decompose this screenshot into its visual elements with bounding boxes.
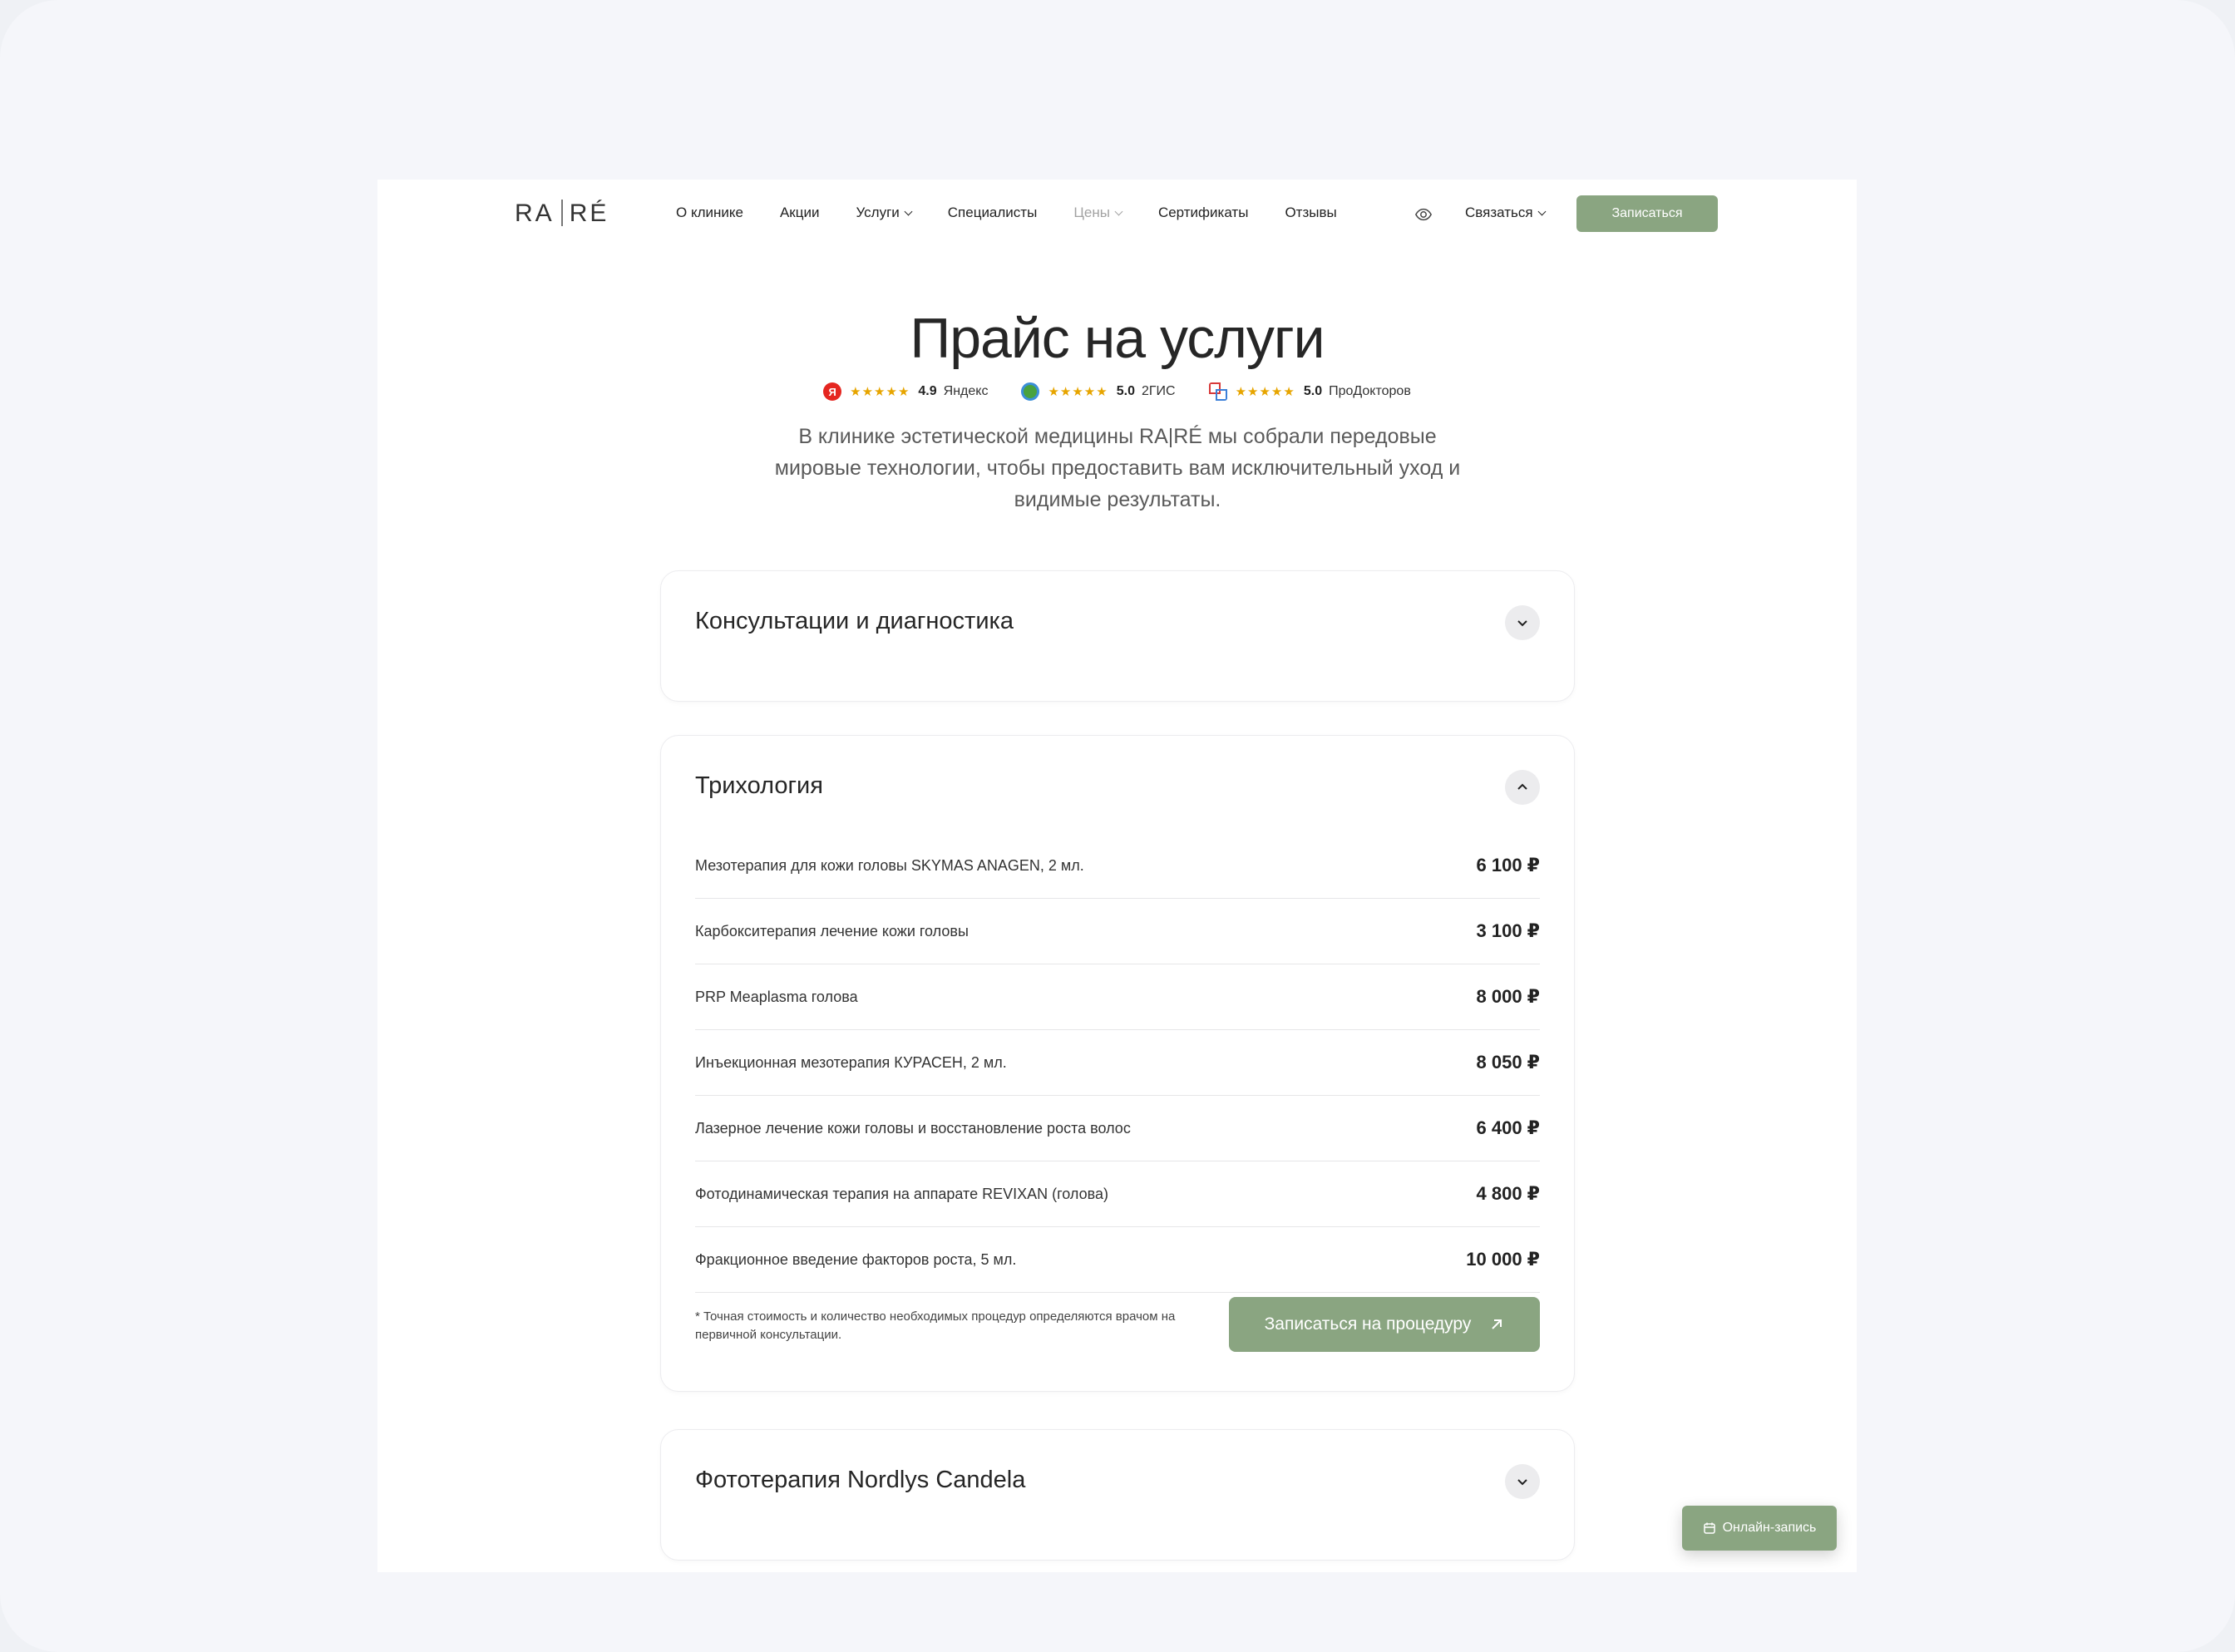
button-label: Записаться на процедуру: [1264, 1314, 1472, 1334]
service-name: Лазерное лечение кожи головы и восстанов…: [695, 1119, 1131, 1137]
nav-item-about[interactable]: О клинике: [676, 205, 743, 221]
price-row: Мезотерапия для кожи головы SKYMAS ANAGE…: [695, 833, 1540, 899]
service-price: 8 050 ₽: [1476, 1052, 1540, 1073]
yandex-icon: Я: [823, 382, 842, 401]
price-list: Мезотерапия для кожи головы SKYMAS ANAGE…: [695, 833, 1540, 1293]
price-section-phototherapy[interactable]: Фототерапия Nordlys Candela: [660, 1429, 1575, 1561]
nav-item-reviews[interactable]: Отзывы: [1285, 205, 1336, 221]
service-name: PRP Meaplasma голова: [695, 988, 858, 1005]
nav-label: О клинике: [676, 205, 743, 220]
arrow-up-right-icon: [1492, 1319, 1502, 1329]
section-title: Консультации и диагностика: [695, 608, 1014, 634]
nav-item-specialists[interactable]: Специалисты: [948, 205, 1038, 221]
rating-score: 4.9: [918, 384, 937, 398]
stars-icon: ★★★★★: [1235, 385, 1295, 399]
contact-dropdown[interactable]: Связаться: [1465, 205, 1546, 221]
logo-right: RÉ: [569, 200, 609, 227]
accessibility-eye-icon[interactable]: [1414, 205, 1433, 224]
service-price: 3 100 ₽: [1476, 920, 1540, 941]
expand-toggle[interactable]: [1505, 1464, 1540, 1499]
nav-item-services[interactable]: Услуги: [856, 205, 913, 221]
price-row: Инъекционная мезотерапия КУРАСЕН, 2 мл. …: [695, 1030, 1540, 1096]
chevron-down-icon: [904, 207, 913, 215]
contact-label: Связаться: [1465, 205, 1533, 220]
page-title: Прайс на услуги: [910, 307, 1325, 370]
price-row: Фракционное введение факторов роста, 5 м…: [695, 1227, 1540, 1293]
service-name: Фотодинамическая терапия на аппарате REV…: [695, 1185, 1108, 1202]
prodoctorov-icon: [1208, 382, 1227, 401]
2gis-icon: [1021, 382, 1040, 401]
main-nav: О клинике Акции Услуги Специалисты Цены …: [676, 205, 1374, 221]
service-price: 6 400 ₽: [1476, 1117, 1540, 1138]
book-procedure-button[interactable]: Записаться на процедуру: [1229, 1297, 1540, 1352]
header: RA RÉ О клинике Акции Услуги Специалисты …: [377, 180, 1857, 248]
nav-label: Отзывы: [1285, 205, 1337, 220]
calendar-icon: [1703, 1522, 1715, 1534]
chevron-down-icon: [1517, 620, 1527, 627]
nav-label: Специалисты: [947, 205, 1038, 220]
service-name: Инъекционная мезотерапия КУРАСЕН, 2 мл.: [695, 1053, 1007, 1071]
rating-prodoctorov[interactable]: ★★★★★ 5.0 ПроДокторов: [1208, 382, 1411, 401]
chevron-down-icon: [1114, 207, 1123, 215]
intro-text: В клинике эстетической медицины RA|RÉ мы…: [774, 425, 1461, 511]
rating-source: 2ГИС: [1141, 384, 1176, 398]
chevron-down-icon: [1517, 1479, 1527, 1486]
collapse-toggle[interactable]: [1505, 770, 1540, 805]
price-note: * Точная стоимость и количество необходи…: [695, 1309, 1176, 1342]
chevron-down-icon: [1537, 207, 1546, 215]
price-section-consultations[interactable]: Консультации и диагностика: [660, 570, 1575, 702]
rating-2gis[interactable]: ★★★★★ 5.0 2ГИС: [1021, 382, 1176, 401]
book-button[interactable]: Записаться: [1576, 195, 1718, 232]
nav-label: Услуги: [856, 205, 900, 220]
ratings-row: Я ★★★★★ 4.9 Яндекс ★★★★★ 5.0 2ГИС ★★★★★ …: [377, 382, 1857, 401]
nav-item-certificates[interactable]: Сертификаты: [1158, 205, 1248, 221]
service-price: 8 000 ₽: [1476, 986, 1540, 1007]
nav-label: Цены: [1073, 205, 1110, 220]
service-price: 6 100 ₽: [1476, 855, 1540, 875]
logo-divider: [560, 200, 563, 226]
service-price: 4 800 ₽: [1476, 1183, 1540, 1204]
service-name: Мезотерапия для кожи головы SKYMAS ANAGE…: [695, 856, 1084, 874]
price-section-trichology: Трихология Мезотерапия для кожи головы S…: [660, 735, 1575, 1392]
logo[interactable]: RA RÉ: [515, 200, 609, 228]
nav-label: Сертификаты: [1157, 205, 1249, 220]
nav-label: Акции: [779, 205, 820, 220]
rating-score: 5.0: [1116, 384, 1135, 398]
rating-score: 5.0: [1303, 384, 1323, 398]
service-price: 10 000 ₽: [1466, 1249, 1540, 1270]
browser-frame: RA RÉ О клинике Акции Услуги Специалисты …: [0, 0, 2235, 1652]
section-title: Трихология: [695, 772, 823, 799]
online-booking-button[interactable]: Онлайн-запись: [1682, 1506, 1837, 1551]
chevron-up-icon: [1517, 783, 1527, 790]
service-name: Фракционное введение факторов роста, 5 м…: [695, 1250, 1017, 1268]
expand-toggle[interactable]: [1505, 605, 1540, 640]
section-title: Фототерапия Nordlys Candela: [695, 1467, 1026, 1493]
nav-item-prices[interactable]: Цены: [1073, 205, 1123, 221]
price-row: PRP Meaplasma голова 8 000 ₽: [695, 964, 1540, 1030]
rating-source: Яндекс: [943, 384, 989, 398]
stars-icon: ★★★★★: [1048, 385, 1108, 399]
price-row: Лазерное лечение кожи головы и восстанов…: [695, 1096, 1540, 1161]
rating-yandex[interactable]: Я ★★★★★ 4.9 Яндекс: [823, 382, 988, 401]
rating-source: ПроДокторов: [1329, 384, 1411, 398]
nav-item-promotions[interactable]: Акции: [780, 205, 820, 221]
price-row: Фотодинамическая терапия на аппарате REV…: [695, 1161, 1540, 1227]
fab-label: Онлайн-запись: [1722, 1521, 1817, 1535]
logo-left: RA: [515, 200, 555, 227]
price-row: Карбокситерапия лечение кожи головы 3 10…: [695, 899, 1540, 964]
page: RA RÉ О клинике Акции Услуги Специалисты …: [377, 180, 1857, 1572]
service-name: Карбокситерапия лечение кожи головы: [695, 922, 969, 939]
stars-icon: ★★★★★: [850, 385, 910, 399]
